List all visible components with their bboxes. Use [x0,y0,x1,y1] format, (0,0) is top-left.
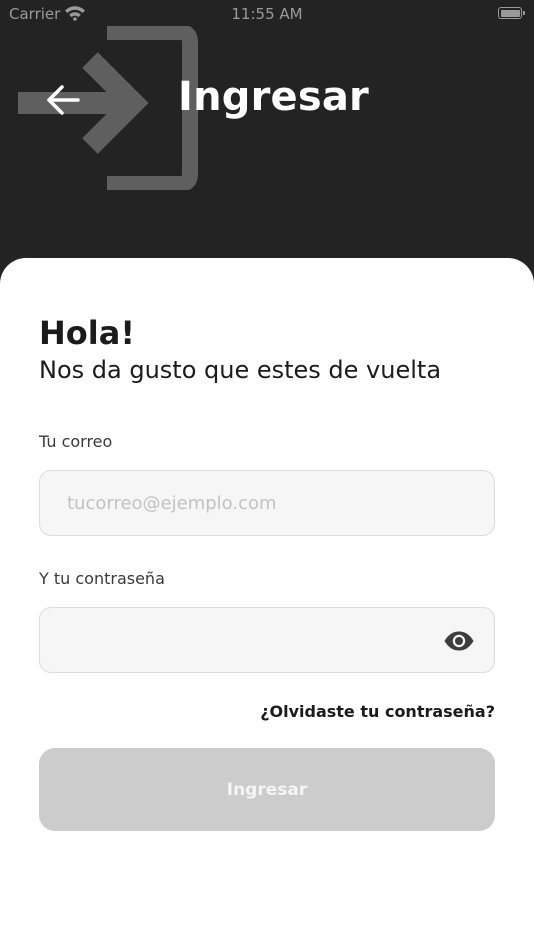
arrow-left-icon [47,85,80,115]
battery-icon [498,7,525,19]
welcome-subtitle: Nos da gusto que estes de vuelta [39,356,442,384]
email-field-container [39,470,495,536]
forgot-password-link[interactable]: ¿Olvidaste tu contraseña? [260,702,495,721]
page-title: Ingresar [178,74,369,120]
password-field[interactable] [40,608,494,672]
email-label: Tu correo [39,432,113,451]
email-field[interactable] [40,471,494,535]
login-button[interactable]: Ingresar [39,748,495,831]
back-button[interactable] [40,78,84,122]
login-sheet: Hola! Nos da gusto que estes de vuelta T… [0,258,534,950]
status-bar: Carrier 11:55 AM [0,0,534,28]
greeting-heading: Hola! [39,314,135,352]
password-field-container [39,607,495,673]
status-time: 11:55 AM [231,5,303,23]
eye-icon [444,631,474,651]
password-label: Y tu contraseña [39,569,165,588]
toggle-password-visibility-button[interactable] [442,625,476,657]
